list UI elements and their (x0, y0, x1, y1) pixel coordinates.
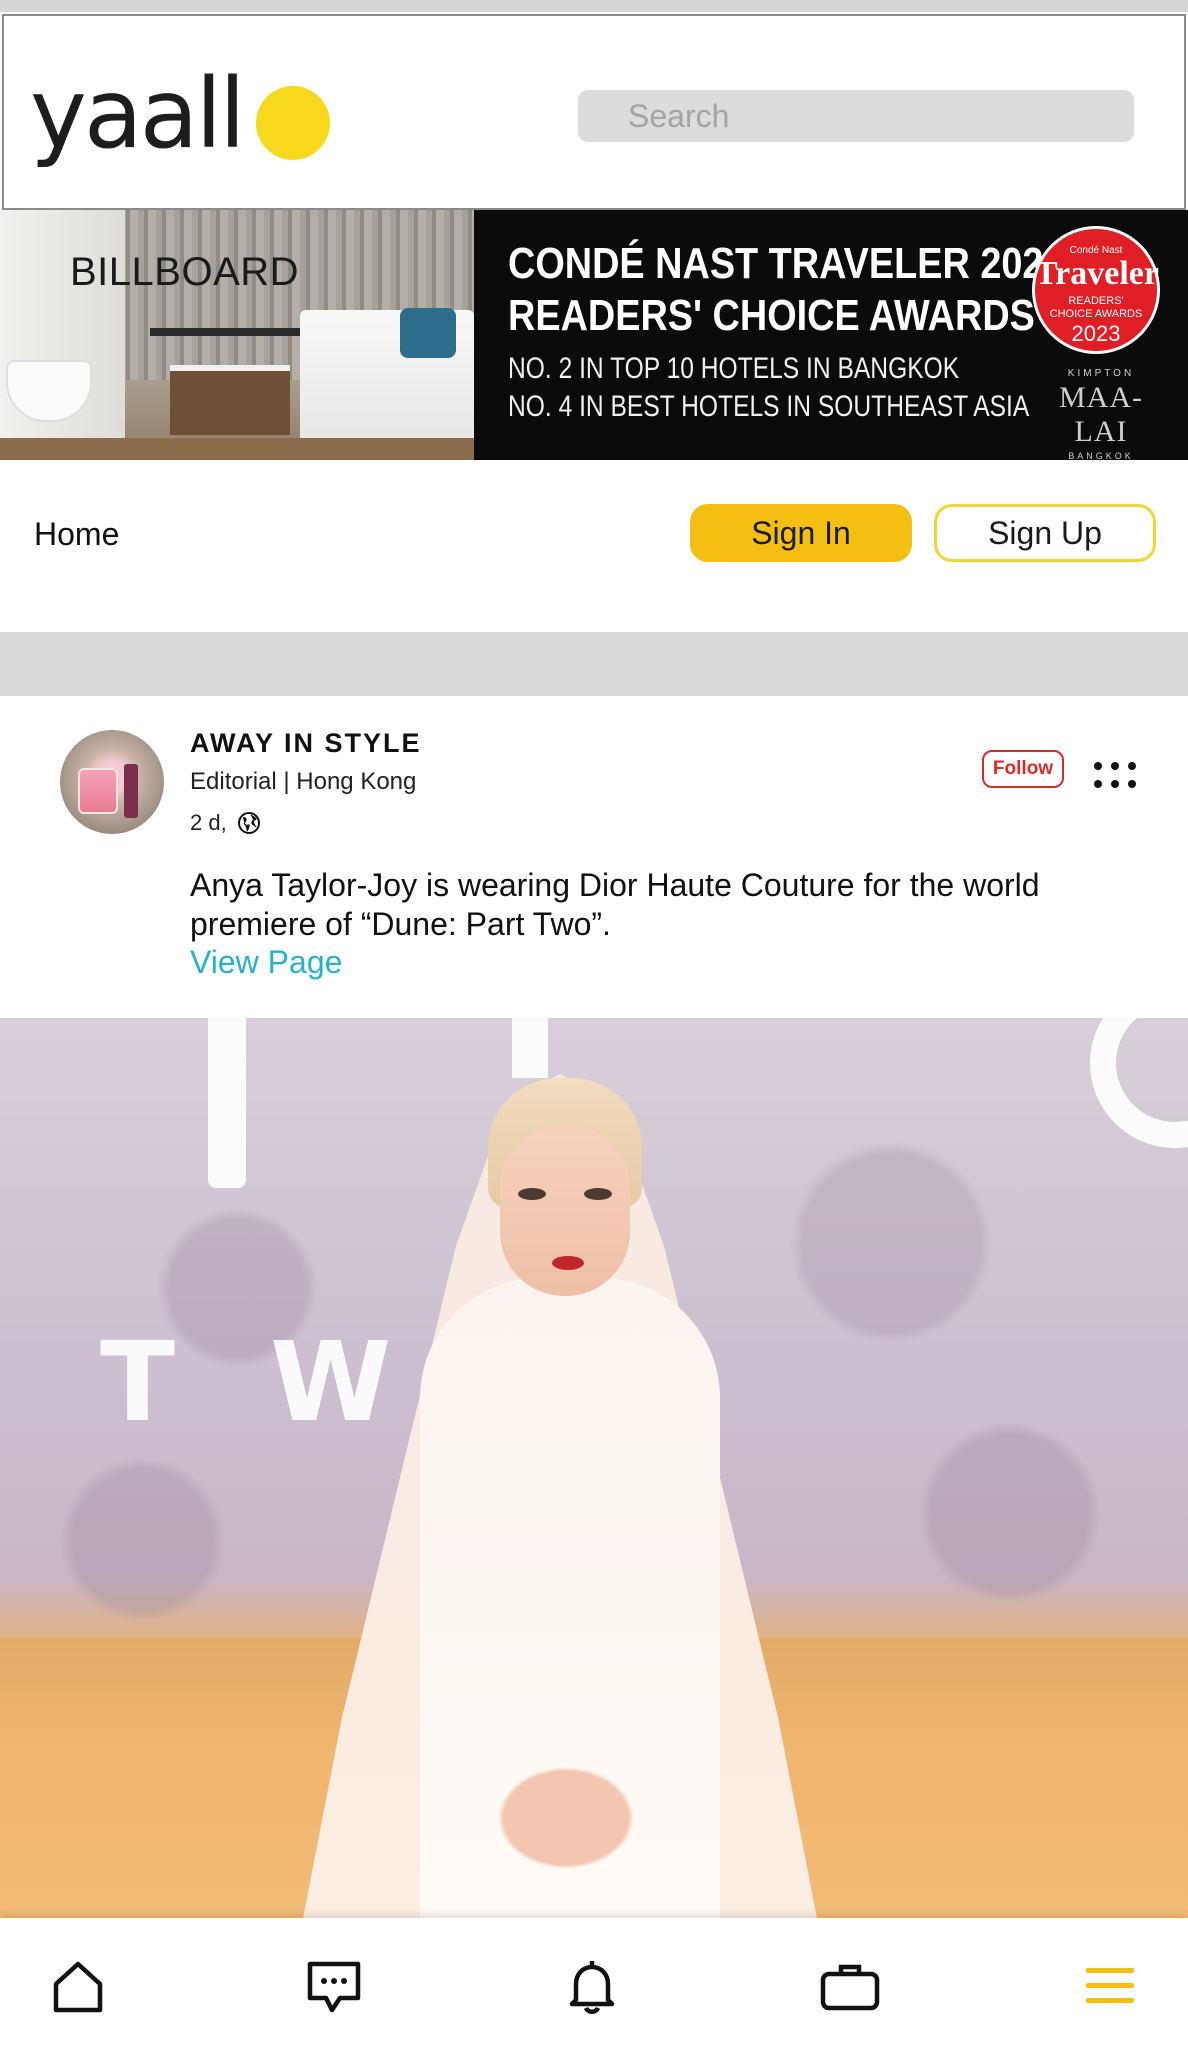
badge-caption: READERS' CHOICE AWARDS (1035, 295, 1157, 321)
eye-right (584, 1188, 612, 1200)
bell-icon (569, 1961, 615, 2014)
ad-subtext: NO. 2 IN TOP 10 HOTELS IN BANGKOK NO. 4 … (508, 350, 1030, 426)
ad-headline: CONDÉ NAST TRAVELER 2023 READERS' CHOICE… (508, 238, 1065, 342)
billboard-ad[interactable]: BILLBOARD CONDÉ NAST TRAVELER 2023 READE… (0, 210, 1188, 460)
avatar[interactable] (60, 730, 164, 834)
home-link[interactable]: Home (34, 516, 119, 553)
badge-line1: READERS' (1068, 295, 1124, 307)
globe-icon (237, 812, 260, 834)
hotel-name: MAA-LAI (1059, 381, 1143, 448)
post-text: Anya Taylor-Joy is wearing Dior Haute Co… (190, 867, 1040, 942)
more-options-icon[interactable] (1090, 758, 1140, 792)
sign-up-button[interactable]: Sign Up (934, 504, 1156, 562)
backdrop-letter-t: T (100, 1318, 176, 1446)
backdrop-letter-fragment (208, 1018, 246, 1188)
tab-menu[interactable] (1078, 1954, 1142, 2018)
tab-messages[interactable] (302, 1954, 366, 2018)
hotel-room-photo (0, 210, 474, 460)
eye-left (518, 1188, 546, 1200)
follow-button[interactable]: Follow (982, 750, 1064, 788)
face (500, 1126, 630, 1296)
backdrop-letter-w: W (270, 1318, 392, 1446)
badge-line2: CHOICE AWARDS (1049, 308, 1143, 320)
traveler-award-badge: Condé Nast Traveler READERS' CHOICE AWAR… (1032, 226, 1160, 354)
search-input[interactable] (578, 90, 1134, 142)
backdrop-letter-fragment (512, 1018, 548, 1078)
ad-headline-line2: READERS' CHOICE AWARDS (508, 291, 1035, 340)
ad-sub-line2: NO. 4 IN BEST HOTELS IN SOUTHEAST ASIA (508, 390, 1030, 423)
hotel-kicker: KIMPTON (1067, 368, 1135, 379)
ad-sub-line1: NO. 2 IN TOP 10 HOTELS IN BANGKOK (508, 352, 960, 385)
hotel-city: BANGKOK (1068, 451, 1134, 460)
briefcase-icon (820, 1964, 880, 2011)
tab-notifications[interactable] (560, 1954, 624, 2018)
post-author[interactable]: AWAY IN STYLE (190, 728, 422, 759)
badge-year: 2023 (1071, 321, 1121, 346)
top-edge (0, 0, 1188, 12)
chat-icon (307, 1961, 361, 2013)
hands (486, 1758, 646, 1878)
section-divider (0, 632, 1188, 696)
post-meta: Editorial | Hong Kong (190, 768, 417, 795)
ad-headline-line1: CONDÉ NAST TRAVELER 2023 (508, 239, 1065, 288)
tab-jobs[interactable] (818, 1954, 882, 2018)
badge-brand: Traveler (1035, 255, 1159, 292)
header: yaall (2, 14, 1186, 210)
lips (552, 1256, 584, 1270)
view-page-link[interactable]: View Page (190, 944, 342, 981)
tab-home[interactable] (46, 1954, 110, 2018)
billboard-label: BILLBOARD (70, 250, 300, 294)
logo[interactable]: yaall (30, 66, 350, 176)
home-icon (53, 1961, 103, 2013)
logo-dot (256, 86, 330, 160)
menu-icon (1086, 1968, 1134, 2003)
logo-text: yaall (30, 58, 246, 170)
post-time: 2 d, (190, 810, 227, 835)
post-image[interactable]: T W (0, 1018, 1188, 1918)
hotel-logo: KIMPTON MAA-LAI BANGKOK (1040, 368, 1162, 460)
post-timestamp: 2 d, (190, 810, 261, 836)
sign-in-button[interactable]: Sign In (690, 504, 912, 562)
